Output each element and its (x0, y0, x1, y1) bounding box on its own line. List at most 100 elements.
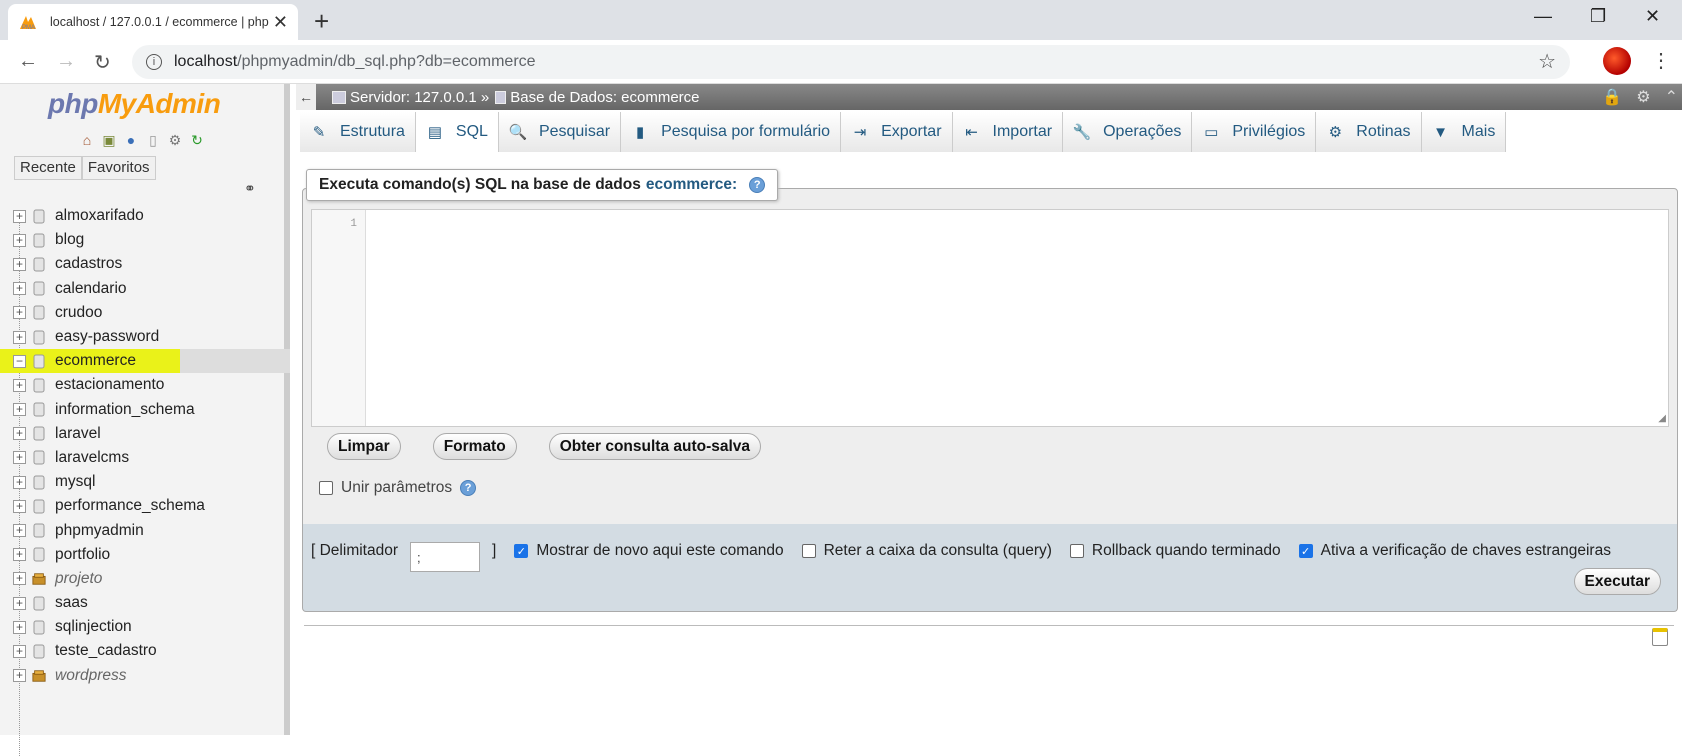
sql-editor[interactable]: 1 ◢ (311, 209, 1669, 427)
format-button[interactable]: Formato (432, 433, 517, 460)
tab-operações[interactable]: 🔧 Operações (1063, 112, 1193, 152)
close-window-icon[interactable]: ✕ (1645, 6, 1660, 27)
tab-pesquisa[interactable]: ▮ Pesquisa por formulário (621, 112, 842, 152)
retain-query-box-checkbox[interactable] (801, 544, 816, 558)
database-name[interactable]: projeto (55, 570, 102, 588)
docs-icon[interactable]: ▯ (144, 131, 162, 149)
rollback-checkbox[interactable] (1069, 544, 1084, 558)
database-name[interactable]: almoxarifado (55, 207, 144, 225)
expand-icon[interactable]: + (13, 306, 26, 320)
tab-pesquisar[interactable]: 🔍 Pesquisar (498, 112, 622, 152)
tab-mais[interactable]: ▼ Mais (1421, 112, 1507, 152)
reload-nav-icon[interactable]: ↻ (188, 131, 206, 149)
recent-tab[interactable]: Recente (14, 156, 82, 180)
help-icon[interactable]: ? (749, 177, 766, 193)
database-name[interactable]: laravelcms (55, 449, 129, 467)
expand-icon[interactable]: + (13, 209, 26, 223)
browser-tab[interactable]: PMA localhost / 127.0.0.1 / ecommerce | … (8, 4, 298, 40)
database-name[interactable]: sqlinjection (55, 618, 132, 636)
expand-icon[interactable]: + (13, 524, 26, 538)
expand-icon[interactable]: + (13, 572, 26, 586)
home-icon[interactable]: ⌂ (78, 131, 96, 149)
database-item[interactable]: − ecommerce (0, 349, 290, 374)
database-item[interactable]: + mysql (10, 470, 280, 494)
collapse-icon[interactable]: − (13, 354, 26, 368)
database-name[interactable]: easy-password (55, 328, 159, 346)
expand-icon[interactable]: + (13, 596, 26, 610)
lock-icon[interactable]: 🔒 (1602, 87, 1622, 107)
database-name[interactable]: performance_schema (55, 497, 205, 515)
database-name[interactable]: phpmyadmin (55, 522, 144, 540)
breadcrumb-server[interactable]: Servidor: 127.0.0.1 » (350, 89, 489, 106)
profile-avatar[interactable] (1603, 47, 1631, 75)
help-icon[interactable]: ? (460, 480, 477, 496)
database-item[interactable]: + blog (10, 228, 280, 252)
database-item[interactable]: + projeto (10, 567, 280, 591)
database-name[interactable]: ecommerce (55, 352, 136, 370)
show-query-again-checkbox[interactable]: ✓ (514, 544, 529, 558)
database-item[interactable]: + saas (10, 591, 280, 615)
expand-icon[interactable]: + (13, 451, 26, 465)
reload-icon[interactable]: ↻ (94, 50, 111, 75)
expand-icon[interactable]: + (13, 644, 26, 658)
address-bar[interactable]: i localhost/phpmyadmin/db_sql.php?db=eco… (132, 45, 1570, 79)
database-item[interactable]: + cadastros (10, 252, 280, 276)
database-name[interactable]: portfolio (55, 546, 110, 564)
expand-icon[interactable]: + (13, 233, 26, 247)
database-item[interactable]: + easy-password (10, 325, 280, 349)
tab-importar[interactable]: ⇤ Importar (952, 112, 1064, 152)
tab-rotinas[interactable]: ⚙ Rotinas (1316, 112, 1422, 152)
favorites-tab[interactable]: Favoritos (81, 156, 156, 180)
tab-estrutura[interactable]: ✎ Estrutura (300, 112, 416, 152)
database-item[interactable]: + estacionamento (10, 373, 280, 397)
database-name[interactable]: laravel (55, 425, 101, 443)
collapse-all-link-icon[interactable]: ⚭ (244, 180, 256, 197)
database-item[interactable]: + wordpress (10, 664, 280, 688)
bind-parameters-checkbox[interactable] (319, 481, 333, 495)
legend-db-link[interactable]: ecommerce: (646, 176, 737, 194)
settings-gear-icon[interactable]: ⚙ (166, 131, 184, 149)
database-name[interactable]: information_schema (55, 401, 195, 419)
expand-icon[interactable]: + (13, 427, 26, 441)
forward-arrow-icon[interactable]: → (56, 50, 76, 73)
restore-icon[interactable]: ❐ (1590, 6, 1606, 27)
expand-icon[interactable]: + (13, 548, 26, 562)
clear-button[interactable]: Limpar (327, 433, 401, 460)
database-name[interactable]: wordpress (55, 667, 127, 685)
resize-handle-icon[interactable]: ◢ (1658, 413, 1666, 424)
tab-exportar[interactable]: ⇥ Exportar (841, 112, 953, 152)
expand-icon[interactable]: + (13, 378, 26, 392)
database-name[interactable]: crudoo (55, 304, 102, 322)
tab-privilégios[interactable]: ▭ Privilégios (1192, 112, 1317, 152)
logout-icon[interactable]: ▣ (100, 131, 118, 149)
back-arrow-icon[interactable]: ← (18, 50, 38, 73)
expand-icon[interactable]: + (13, 282, 26, 296)
database-item[interactable]: + laravel (10, 422, 280, 446)
site-info-icon[interactable]: i (146, 54, 162, 70)
expand-icon[interactable]: + (13, 620, 26, 634)
database-item[interactable]: + portfolio (10, 543, 280, 567)
database-name[interactable]: teste_cadastro (55, 642, 157, 660)
tab-sql[interactable]: ▤ SQL (415, 112, 499, 152)
breadcrumb-database[interactable]: Base de Dados: ecommerce (510, 89, 699, 106)
database-item[interactable]: + information_schema (10, 398, 280, 422)
get-autosaved-query-button[interactable]: Obter consulta auto-salva (548, 433, 762, 460)
tab-close-icon[interactable]: ✕ (273, 12, 288, 33)
database-name[interactable]: mysql (55, 473, 95, 491)
database-item[interactable]: + calendario (10, 277, 280, 301)
page-settings-icon[interactable]: ⚙ (1636, 87, 1650, 107)
expand-icon[interactable]: + (13, 403, 26, 417)
database-item[interactable]: + laravelcms (10, 446, 280, 470)
expand-icon[interactable]: + (13, 257, 26, 271)
database-item[interactable]: + almoxarifado (10, 204, 280, 228)
database-item[interactable]: + sqlinjection (10, 615, 280, 639)
expand-icon[interactable]: + (13, 669, 26, 683)
foreign-key-check-checkbox[interactable]: ✓ (1298, 544, 1313, 558)
console-icon[interactable] (1652, 628, 1668, 646)
expand-icon[interactable]: + (13, 330, 26, 344)
database-name[interactable]: cadastros (55, 255, 122, 273)
collapse-nav-arrow-icon[interactable]: ← (296, 84, 316, 110)
database-item[interactable]: + teste_cadastro (10, 639, 280, 663)
database-name[interactable]: blog (55, 231, 84, 249)
database-name[interactable]: calendario (55, 280, 127, 298)
